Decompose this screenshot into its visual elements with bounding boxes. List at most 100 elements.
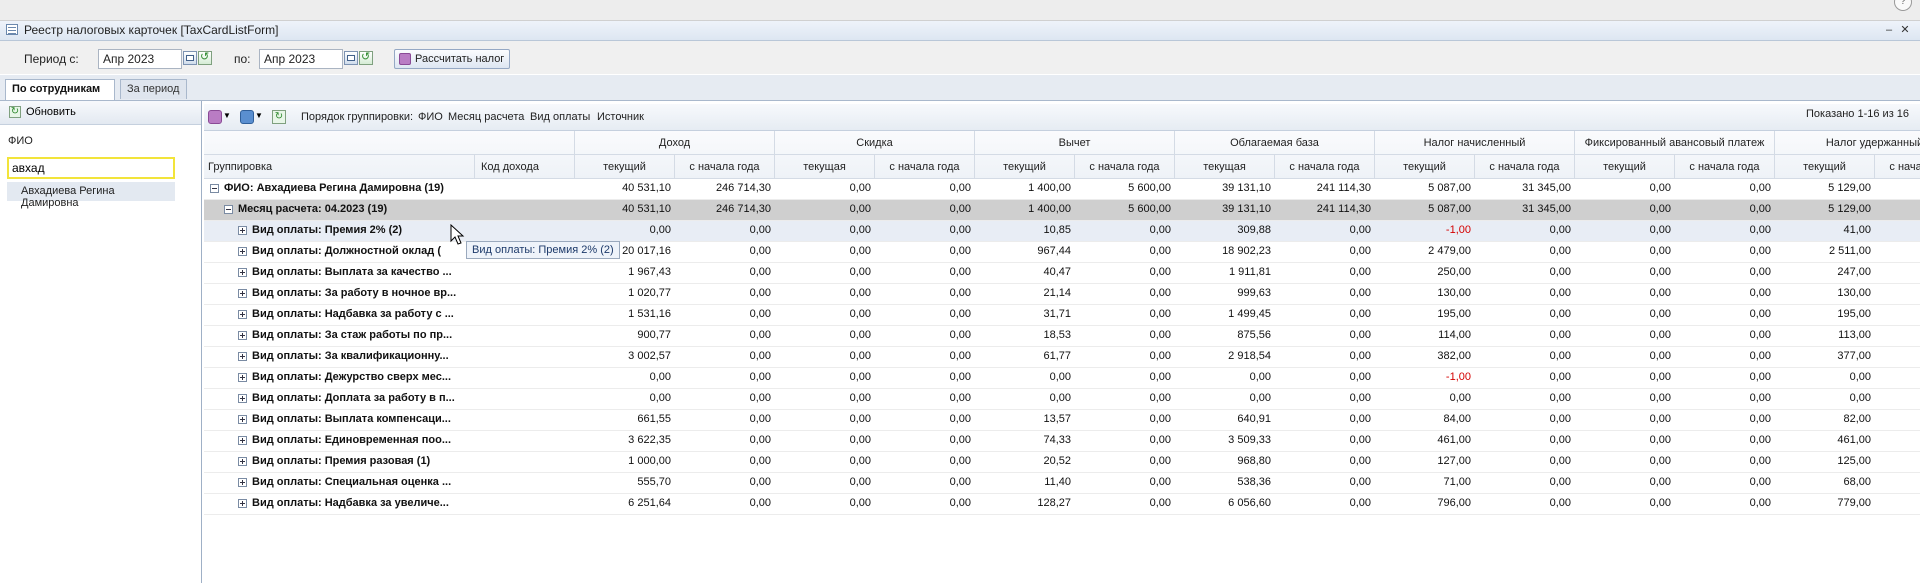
group-row-pay-type[interactable]: Вид оплаты: Единовременная поо... 3 622,3… [204,431,1920,452]
tab-by-employees[interactable]: По сотрудникам [5,79,115,100]
row-value-cell: 0,00 [1649,266,1671,278]
calculate-tax-button[interactable]: Рассчитать налог [394,49,510,69]
expand-icon[interactable] [238,226,247,235]
row-group-label: Вид оплаты: Дежурство сверх мес... [252,371,452,383]
group-row-pay-type[interactable]: Вид оплаты: Дежурство сверх мес... 0,00 0,… [204,368,1920,389]
row-value-cell: 0,00 [1649,182,1671,194]
expand-icon[interactable] [238,268,247,277]
header-sub-ytd[interactable]: с начала года [1475,155,1575,179]
expand-icon[interactable] [238,436,247,445]
expand-icon[interactable] [238,478,247,487]
row-value-cell: 0,00 [1349,413,1371,425]
refresh-button[interactable]: ↻ Обновить [0,101,201,125]
period-to-input[interactable]: Апр 2023 [259,49,343,69]
header-income-code[interactable]: Код дохода [475,155,575,179]
collapse-icon[interactable] [224,205,233,214]
header-sub-ytd[interactable]: с начала года [1675,155,1775,179]
close-button[interactable]: ✕ [1899,24,1911,36]
row-group-label: Вид оплаты: За квалификационну... [252,350,449,362]
expand-icon[interactable] [238,352,247,361]
header-sub-current[interactable]: текущий [975,155,1075,179]
header-sub-current[interactable]: текущий [1775,155,1875,179]
row-value-cell: 0,00 [1149,224,1171,236]
group-row-pay-type[interactable]: Вид оплаты: Доплата за работу в п... 0,00… [204,389,1920,410]
header-sub-current[interactable]: текущая [1175,155,1275,179]
clear-date-icon[interactable] [198,50,212,65]
collapse-icon[interactable] [210,184,219,193]
grouping-item-fio[interactable]: ФИО [418,111,443,123]
header-group-tax-withheld: Налог удержанный [1775,131,1920,155]
row-value-cell: -1,00 [1445,371,1471,383]
row-value-cell: 0,00 [949,497,971,509]
row-value-cell: 0,00 [1349,392,1371,404]
expand-icon[interactable] [238,457,247,466]
group-row-employee[interactable]: ФИО: Авхадиева Регина Дамировна (19) 40 5… [204,179,1920,200]
row-value-cell: 246 714,30 [715,203,771,215]
expand-icon[interactable] [238,415,247,424]
print-dropdown-button[interactable]: ▼ [240,109,263,125]
row-value-cell: 0,00 [749,224,771,236]
header-sub-ytd[interactable]: с начала года [1075,155,1175,179]
row-value-cell: 0,00 [949,476,971,488]
group-row-pay-type[interactable]: Вид оплаты: Надбавка за увеличе... 6 251,… [204,494,1920,515]
tab-by-period[interactable]: За период [120,79,187,99]
row-value-cell: 0,00 [1749,224,1771,236]
expand-icon[interactable] [238,394,247,403]
group-row-pay-type[interactable]: Вид оплаты: Выплата за качество ... 1 967… [204,263,1920,284]
expand-icon[interactable] [238,247,247,256]
row-value-cell: 0,00 [749,476,771,488]
header-sub-ytd[interactable]: с начала года [875,155,975,179]
header-group-deduction: Вычет [975,131,1175,155]
group-row-month[interactable]: Месяц расчета: 04.2023 (19) 40 531,10 246 … [204,200,1920,221]
header-sub-ytd[interactable]: с начала года [675,155,775,179]
expand-icon[interactable] [238,373,247,382]
grouping-item-pay-type[interactable]: Вид оплаты [530,111,590,123]
row-value-cell: 967,44 [1037,245,1071,257]
expand-icon[interactable] [238,310,247,319]
row-value-cell: 0,00 [749,350,771,362]
employee-filter-panel: ↻ Обновить ФИО авхад Авхадиева Регина Да… [0,101,202,583]
clear-date-icon[interactable] [359,50,373,65]
row-value-cell: 0,00 [1749,329,1771,341]
row-value-cell: 0,00 [1749,392,1771,404]
header-sub-current[interactable]: текущая [775,155,875,179]
row-value-cell: 0,00 [1749,434,1771,446]
grouping-item-month[interactable]: Месяц расчета [448,111,524,123]
header-sub-current[interactable]: текущий [1575,155,1675,179]
fio-search-input[interactable]: авхад [7,157,175,179]
group-row-pay-type[interactable]: Вид оплаты: За стаж работы по пр... 900,7… [204,326,1920,347]
group-row-pay-type[interactable]: Вид оплаты: За работу в ночное вр... 1 02… [204,284,1920,305]
group-row-pay-type[interactable]: Вид оплаты: Специальная оценка ... 555,70… [204,473,1920,494]
header-sub-ytd[interactable]: с начала года [1875,155,1920,179]
row-value-cell: 0,00 [1649,497,1671,509]
expand-icon[interactable] [238,499,247,508]
header-sub-current[interactable]: текущий [1375,155,1475,179]
expand-icon[interactable] [238,289,247,298]
header-sub-current[interactable]: текущий [575,155,675,179]
refresh-icon: ↻ [9,106,21,118]
group-row-pay-type[interactable]: Вид оплаты: Выплата компенсаци... 661,55 0… [204,410,1920,431]
calendar-icon[interactable] [183,51,197,65]
row-value-cell: 661,55 [637,413,671,425]
settings-dropdown-button[interactable]: ▼ [208,109,231,125]
employee-list-item[interactable]: Авхадиева Регина Дамировна [7,182,175,209]
expand-icon[interactable] [238,331,247,340]
row-value-cell: 1 020,77 [628,287,671,299]
row-value-cell: 0,00 [1749,182,1771,194]
group-row-pay-type[interactable]: Вид оплаты: Премия разовая (1) 1 000,00 0,… [204,452,1920,473]
grouping-item-source[interactable]: Источник [597,111,644,123]
row-group-label: Вид оплаты: Выплата компенсаци... [252,413,451,425]
row-value-cell: 0,00 [749,413,771,425]
row-value-cell: 0,00 [1749,413,1771,425]
help-icon[interactable]: ? [1894,0,1912,11]
header-sub-ytd[interactable]: с начала года [1275,155,1375,179]
period-from-input[interactable]: Апр 2023 [98,49,182,69]
header-grouping[interactable]: Группировка [204,155,475,179]
group-row-pay-type[interactable]: Вид оплаты: За квалификационну... 3 002,5… [204,347,1920,368]
minimize-button[interactable]: – [1883,24,1895,36]
group-row-pay-type[interactable]: Вид оплаты: Надбавка за работу с ... 1 53… [204,305,1920,326]
row-value-cell: 61,77 [1043,350,1071,362]
refresh-grid-button[interactable]: ↻ [272,109,288,125]
calendar-icon[interactable] [344,51,358,65]
row-value-cell: 0,00 [1649,350,1671,362]
